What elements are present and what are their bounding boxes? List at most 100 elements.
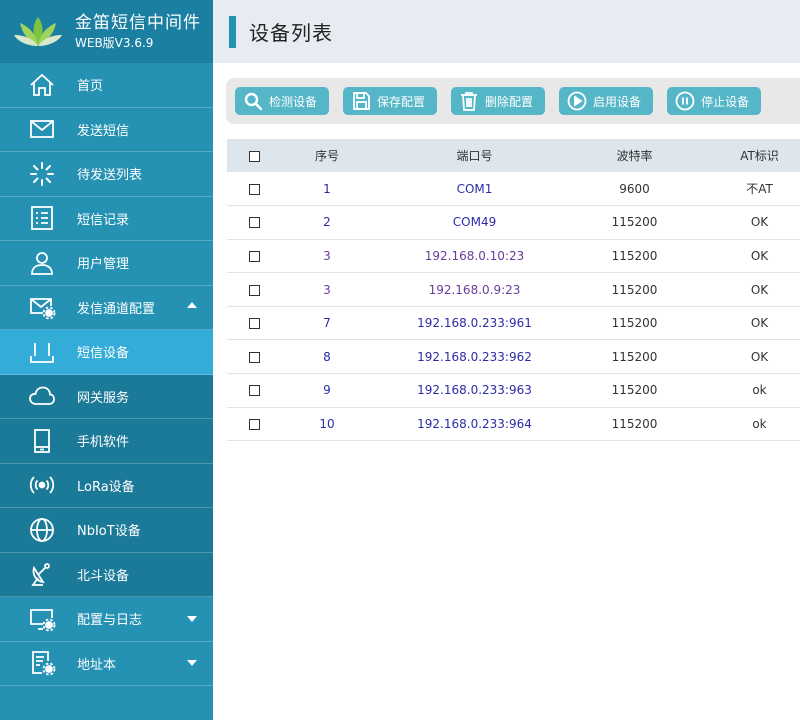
toolbar: 检测设备 保存配置 删除配置 启用设备 停止设备 [226,78,800,124]
pause-icon [675,91,695,111]
chevron-up-icon [187,302,197,309]
row-at: ok [692,407,800,442]
row-at: OK [692,239,800,274]
sidebar-item-label: NbIoT设备 [77,524,141,540]
column-header[interactable]: AT标识 [692,139,800,172]
sidebar-item-lora-device[interactable]: LoRa设备 [0,463,213,508]
row-number: 3 [282,239,372,274]
stop-device-button[interactable]: 停止设备 [667,87,762,115]
enable-device-label: 启用设备 [593,94,642,109]
sidebar-item-nbiot-device[interactable]: NbIoT设备 [0,508,213,553]
brand-title: 金笛短信中间件 [75,12,201,33]
detect-device-label: 检测设备 [269,94,318,109]
row-checkbox[interactable] [249,351,260,363]
play-icon [567,91,587,111]
table-row[interactable]: 9 192.168.0.233:963 115200 ok [227,373,800,408]
sidebar-item-label: 短信设备 [77,346,130,362]
sidebar: 金笛短信中间件 WEB版V3.6.9 首页 发送短信 待发送列表 短信记录 用户… [0,0,213,720]
signal-icon [27,470,57,500]
sidebar-item-mobile-software[interactable]: 手机软件 [0,419,213,464]
row-port: 192.168.0.10:23 [372,239,577,274]
row-checkbox[interactable] [249,250,260,262]
column-header[interactable]: 序号 [282,139,372,172]
sidebar-item-label: 待发送列表 [77,168,143,184]
sidebar-item-sms-records[interactable]: 短信记录 [0,197,213,241]
sidebar-item-label: 发送短信 [77,123,130,139]
trash-icon [461,92,478,111]
sidebar-item-config-log[interactable]: 配置与日志 [0,597,213,642]
row-number: 8 [282,339,372,375]
row-port: 192.168.0.9:23 [372,272,577,307]
delete-config-button[interactable]: 删除配置 [451,87,546,115]
column-header[interactable]: 端口号 [372,139,577,172]
save-icon [353,92,370,110]
row-baud: 115200 [577,205,692,240]
row-baud: 9600 [577,172,692,207]
row-baud: 115200 [577,306,692,341]
row-at: 不AT [692,172,800,207]
table-row[interactable]: 3 192.168.0.10:23 115200 OK [227,239,800,274]
home-icon [27,70,57,100]
chevron-down-icon [187,615,197,622]
brand: 金笛短信中间件 WEB版V3.6.9 [0,0,213,63]
sidebar-item-label: LoRa设备 [77,479,135,495]
table-row[interactable]: 8 192.168.0.233:962 115200 OK [227,339,800,375]
satellite-dish-icon [27,559,57,589]
device-table: 序号 端口号 波特率 AT标识 1 COM1 9600 不AT 2 COM49 … [227,139,800,442]
column-header[interactable]: 波特率 [577,139,692,172]
row-number: 2 [282,205,372,240]
row-checkbox[interactable] [249,284,260,296]
sidebar-item-sms-device[interactable]: 短信设备 [0,330,213,375]
sidebar-item-gateway-service[interactable]: 网关服务 [0,374,213,419]
sidebar-item-send-sms[interactable]: 发送短信 [0,108,213,152]
list-icon [27,203,57,233]
row-number: 9 [282,373,372,408]
mail-gear-icon [27,292,57,322]
stop-device-label: 停止设备 [701,94,750,109]
sidebar-item-beidou-device[interactable]: 北斗设备 [0,552,213,597]
row-number: 10 [282,407,372,442]
search-icon [244,92,263,111]
row-checkbox[interactable] [249,318,260,330]
table-row[interactable]: 1 COM1 9600 不AT [227,172,800,207]
row-baud: 115200 [577,407,692,442]
row-baud: 115200 [577,373,692,408]
loading-icon [27,159,57,189]
table-row[interactable]: 3 192.168.0.9:23 115200 OK [227,272,800,307]
detect-device-button[interactable]: 检测设备 [235,87,330,115]
row-checkbox[interactable] [249,418,260,430]
table-row[interactable]: 2 COM49 115200 OK [227,205,800,240]
router-icon [27,337,57,367]
sidebar-item-label: 发信通道配置 [77,301,156,317]
sidebar-item-home[interactable]: 首页 [0,63,213,108]
main-content: 设备列表 检测设备 保存配置 删除配置 启用设备 停止设备 序号 端口号 波特率… [213,0,800,720]
table-row[interactable]: 10 192.168.0.233:964 115200 ok [227,407,800,442]
table-row[interactable]: 7 192.168.0.233:961 115200 OK [227,306,800,341]
sidebar-item-label: 首页 [77,79,104,95]
lotus-logo-icon [14,16,62,46]
doc-gear-icon [27,648,57,678]
save-config-button[interactable]: 保存配置 [343,87,438,115]
monitor-gear-icon [27,604,57,634]
row-baud: 115200 [577,272,692,307]
sidebar-item-channel-config[interactable]: 发信通道配置 [0,286,213,330]
sidebar-item-pending-list[interactable]: 待发送列表 [0,152,213,197]
row-at: ok [692,373,800,408]
sidebar-item-user-management[interactable]: 用户管理 [0,241,213,286]
chevron-down-icon [187,660,197,667]
delete-config-label: 删除配置 [485,94,534,109]
row-port: COM1 [372,172,577,207]
enable-device-button[interactable]: 启用设备 [559,87,654,115]
row-checkbox[interactable] [249,385,260,397]
sidebar-item-label: 网关服务 [77,390,130,406]
page-header: 设备列表 [213,0,800,63]
select-all-checkbox[interactable] [249,150,260,162]
row-checkbox[interactable] [249,217,260,229]
row-number: 1 [282,172,372,207]
sidebar-item-address-book[interactable]: 地址本 [0,642,213,686]
sidebar-item-label: 配置与日志 [77,613,143,629]
envelope-icon [27,114,57,144]
row-checkbox[interactable] [249,183,260,195]
sidebar-menu: 首页 发送短信 待发送列表 短信记录 用户管理 发信通道配置 短信设备 网关服务… [0,63,213,686]
row-port: 192.168.0.233:964 [372,407,577,442]
